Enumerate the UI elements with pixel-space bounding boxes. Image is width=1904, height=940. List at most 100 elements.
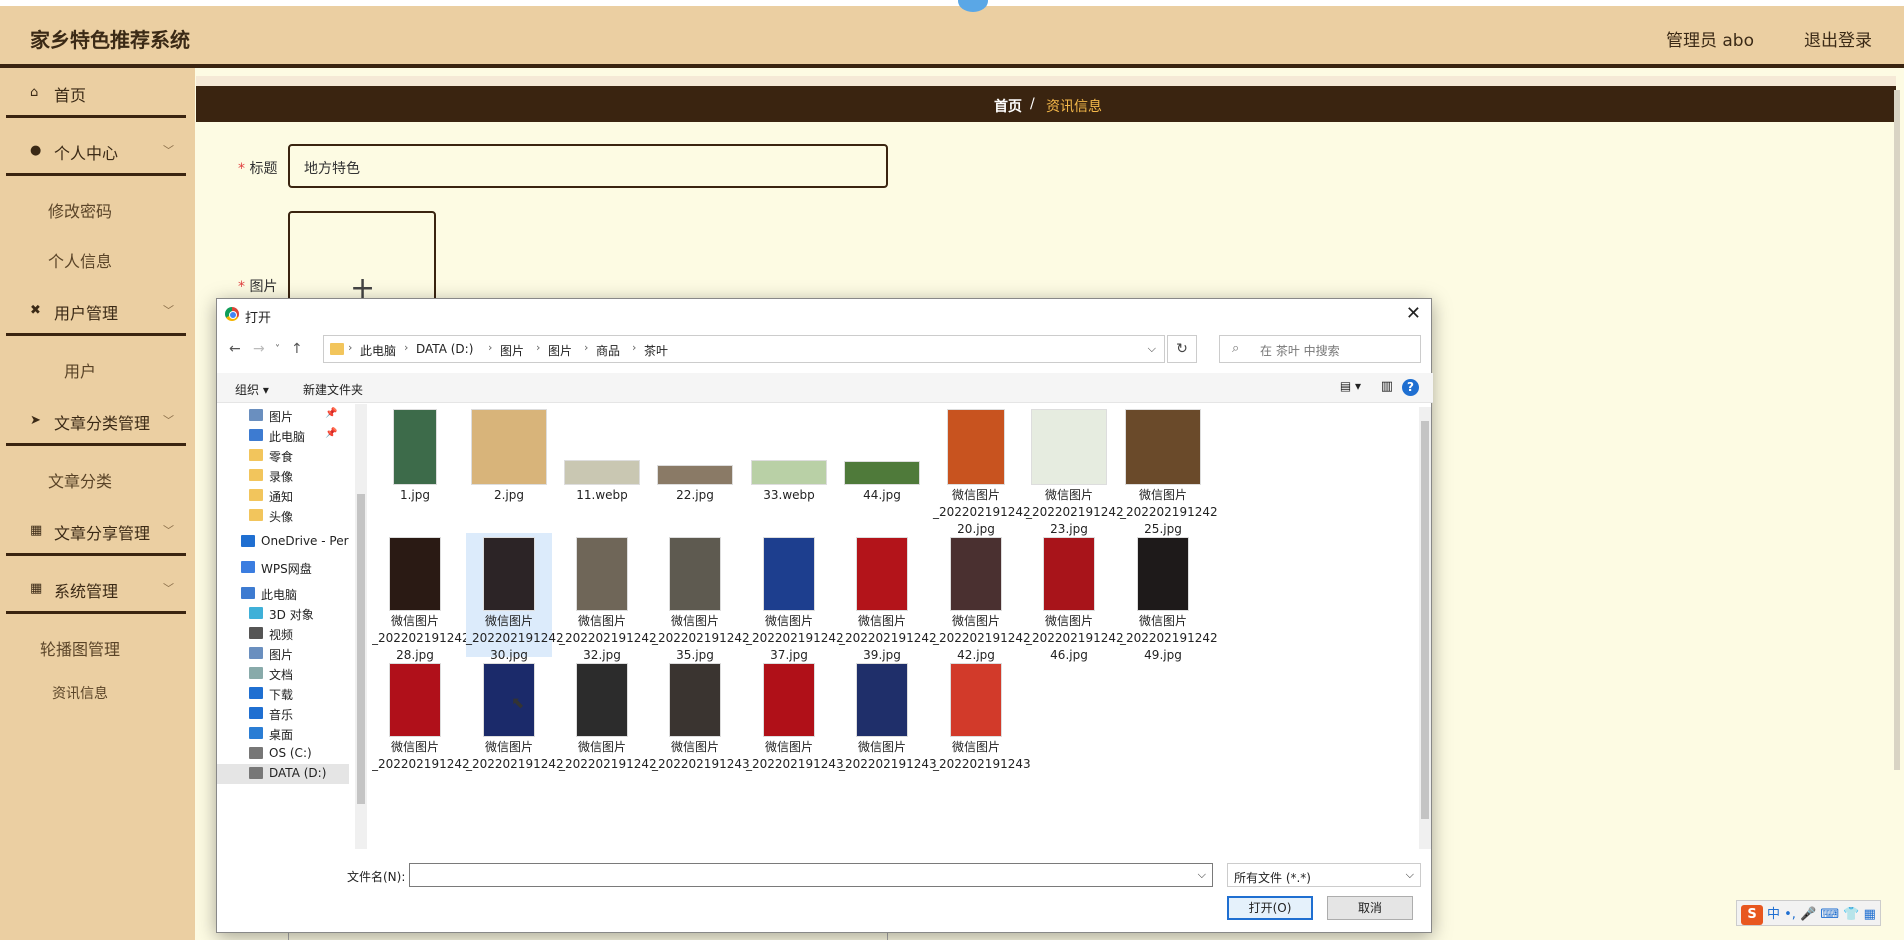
back-arrow-icon[interactable]: ← xyxy=(229,341,241,357)
file-item[interactable]: 微信图片 _202202191242 37.jpg xyxy=(746,533,844,662)
file-name: 微信图片 _202202191243 xyxy=(652,740,750,771)
open-button[interactable]: 打开(O) xyxy=(1227,896,1313,920)
file-item[interactable]: 微信图片 _202202191242 xyxy=(466,659,564,783)
nav-item[interactable]: 视频 xyxy=(217,624,349,644)
path-segment[interactable]: 商品 xyxy=(596,342,620,359)
file-name: 22.jpg xyxy=(676,488,714,502)
path-segment[interactable]: 此电脑 xyxy=(360,342,396,359)
file-item[interactable]: 22.jpg xyxy=(652,407,738,531)
help-icon[interactable]: ? xyxy=(1402,379,1419,396)
file-item[interactable]: 微信图片 _202202191242 42.jpg xyxy=(933,533,1031,662)
view-options-icon[interactable]: ▤ ▾ xyxy=(1340,379,1361,393)
nav-item[interactable]: OneDrive - Perso xyxy=(217,532,349,552)
ime-toolbar[interactable]: S 中 •, 🎤 ⌨ 👕 ▦ xyxy=(1736,900,1881,926)
file-name: 2.jpg xyxy=(493,488,525,502)
file-item[interactable]: 微信图片 _202202191242 20.jpg xyxy=(933,407,1031,536)
file-item[interactable]: 1.jpg xyxy=(372,407,458,531)
filename-label: 文件名(N): xyxy=(347,870,406,884)
nav-item[interactable]: 此电脑 xyxy=(217,584,349,604)
nav-item[interactable]: DATA (D:) xyxy=(217,764,349,784)
file-item[interactable]: 微信图片 _202202191242 xyxy=(559,659,657,783)
file-item[interactable]: 微信图片 _202202191242 xyxy=(372,659,470,783)
sidebar-item-label: 文章分类管理 xyxy=(54,414,151,433)
sidebar-item-article-share-mgmt[interactable]: ▦ 文章分享管理 ﹀ xyxy=(6,506,186,556)
grid-icon: ▦ xyxy=(30,523,43,538)
new-folder-button[interactable]: 新建文件夹 xyxy=(303,381,363,398)
nav-item[interactable]: WPS网盘 xyxy=(217,558,349,578)
sidebar-item-personal[interactable]: ● 个人中心 ﹀ xyxy=(6,126,186,176)
sidebar-sub-change-password[interactable]: 修改密码 xyxy=(0,198,160,222)
cancel-button[interactable]: 取消 xyxy=(1327,896,1413,920)
filetype-select[interactable]: 所有文件 (*.*) ⌵ xyxy=(1227,863,1421,887)
logout-link[interactable]: 退出登录 xyxy=(1804,26,1872,51)
pictures-icon xyxy=(249,647,263,659)
search-input[interactable]: ⌕ 在 茶叶 中搜索 xyxy=(1219,335,1421,363)
navigation-scrollbar[interactable] xyxy=(355,404,367,849)
file-item[interactable]: 微信图片 _202202191242 30.jpg xyxy=(466,533,564,662)
path-segment[interactable]: 茶叶 xyxy=(644,342,668,359)
sidebar-item-system-mgmt[interactable]: ▦ 系统管理 ﹀ xyxy=(6,564,186,614)
title-input[interactable]: 地方特色 xyxy=(288,144,888,188)
path-segment[interactable]: 图片 xyxy=(548,342,572,359)
sidebar-item-home[interactable]: ⌂ 首页 xyxy=(6,68,186,118)
nav-item[interactable]: 音乐 xyxy=(217,704,349,724)
nav-item[interactable]: 图片 xyxy=(217,644,349,664)
preview-pane-icon[interactable]: ▥ xyxy=(1381,379,1393,394)
sidebar-sub-personal-info[interactable]: 个人信息 xyxy=(0,248,160,272)
file-item[interactable]: 微信图片 _202202191242 28.jpg xyxy=(372,533,470,662)
nav-item-label: 此电脑 xyxy=(261,588,298,602)
file-item[interactable]: 微信图片 _202202191242 49.jpg xyxy=(1120,533,1218,662)
nav-item[interactable]: 文档 xyxy=(217,664,349,684)
sidebar-item-user-mgmt[interactable]: ✖ 用户管理 ﹀ xyxy=(6,286,186,336)
file-item[interactable]: 33.webp xyxy=(746,407,832,531)
file-item[interactable]: 微信图片 _202202191243 xyxy=(839,659,937,783)
sidebar-sub-carousel[interactable]: 轮播图管理 xyxy=(0,636,160,660)
nav-item[interactable]: 零食 xyxy=(217,446,349,466)
image-thumbnail xyxy=(389,663,441,737)
filename-input[interactable]: ⌵ xyxy=(409,863,1213,887)
organize-button[interactable]: 组织 ▾ xyxy=(235,381,269,398)
file-item[interactable]: 2.jpg xyxy=(466,407,552,531)
refresh-icon[interactable]: ↻ xyxy=(1167,335,1197,363)
file-item[interactable]: 微信图片 _202202191242 35.jpg xyxy=(652,533,750,662)
forward-arrow-icon[interactable]: → xyxy=(253,341,265,357)
admin-user-label[interactable]: 管理员 abo xyxy=(1666,26,1754,51)
nav-item[interactable]: 桌面 xyxy=(217,724,349,744)
nav-item[interactable]: 此电脑 📌 xyxy=(217,426,349,446)
file-item[interactable]: 11.webp xyxy=(559,407,645,531)
chevron-down-icon: ﹀ xyxy=(163,582,174,595)
file-item[interactable]: 微信图片 _202202191242 46.jpg xyxy=(1026,533,1124,662)
breadcrumb-home[interactable]: 首页 xyxy=(994,96,1022,116)
nav-item[interactable]: 录像 xyxy=(217,466,349,486)
file-item[interactable]: 微信图片 _202202191242 32.jpg xyxy=(559,533,657,662)
file-item[interactable]: 微信图片 _202202191242 23.jpg xyxy=(1026,407,1124,536)
chevron-down-icon: ﹀ xyxy=(163,144,174,157)
nav-item[interactable]: 通知 xyxy=(217,486,349,506)
address-bar[interactable]: › 此电脑 › DATA (D:) › 图片 › 图片 › 商品 › 茶叶 ⌵ xyxy=(323,335,1165,363)
nav-item[interactable]: OS (C:) xyxy=(217,744,349,764)
close-icon[interactable]: ✕ xyxy=(1406,303,1421,324)
nav-item[interactable]: 头像 xyxy=(217,506,349,526)
file-item[interactable]: 微信图片 _202202191243 xyxy=(933,659,1031,783)
nav-item[interactable]: 图片 📌 xyxy=(217,406,349,426)
path-segment[interactable]: DATA (D:) xyxy=(416,342,473,356)
sidebar-sub-article-cat[interactable]: 文章分类 xyxy=(0,468,160,492)
nav-item[interactable]: 下载 xyxy=(217,684,349,704)
file-item[interactable]: 微信图片 _202202191242 39.jpg xyxy=(839,533,937,662)
recent-chevron-icon[interactable]: ˅ xyxy=(275,344,280,355)
file-item[interactable]: 44.jpg xyxy=(839,407,925,531)
sidebar-sub-users[interactable]: 用户 xyxy=(0,358,160,382)
path-segment[interactable]: 图片 xyxy=(500,342,524,359)
page-scrollbar[interactable] xyxy=(1894,90,1900,770)
sidebar-item-article-cat-mgmt[interactable]: ➤ 文章分类管理 ﹀ xyxy=(6,396,186,446)
file-item[interactable]: 微信图片 _202202191242 25.jpg xyxy=(1120,407,1218,536)
file-item[interactable]: 微信图片 _202202191243 xyxy=(746,659,844,783)
chevron-down-icon[interactable]: ⌵ xyxy=(1198,868,1206,882)
up-arrow-icon[interactable]: ↑ xyxy=(291,341,303,357)
chevron-down-icon[interactable]: ⌵ xyxy=(1148,342,1156,356)
sidebar-sub-news[interactable]: 资讯信息 xyxy=(0,683,160,703)
file-grid-scrollbar[interactable] xyxy=(1419,407,1431,849)
image-thumbnail xyxy=(763,663,815,737)
file-item[interactable]: 微信图片 _202202191243 xyxy=(652,659,750,783)
nav-item[interactable]: 3D 对象 xyxy=(217,604,349,624)
